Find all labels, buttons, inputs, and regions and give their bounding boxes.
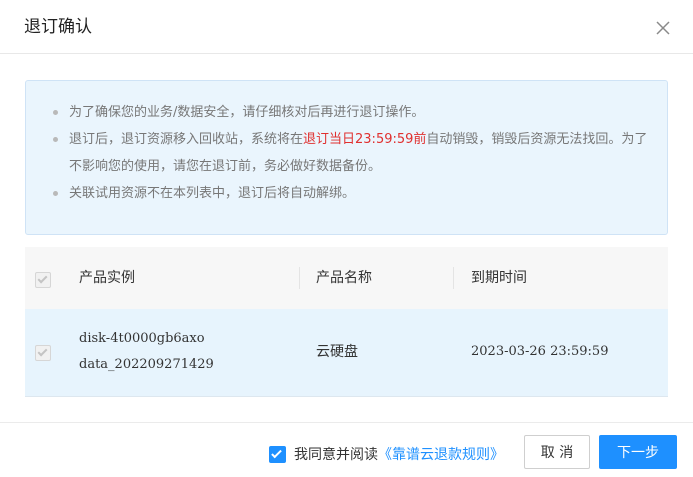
notice-box: 为了确保您的业务/数据安全，请仔细核对后再进行退订操作。 退订后，退订资源移入回… <box>25 80 668 235</box>
notice-item: 关联试用资源不在本列表中，退订后将自动解绑。 <box>53 180 649 207</box>
dialog-title: 退订确认 <box>24 17 92 37</box>
dialog-footer: 我同意并阅读 《靠谱云退款规则》 取 消 下一步 <box>0 422 693 477</box>
select-all-checkbox[interactable] <box>35 272 51 288</box>
checkbox-checked-icon <box>269 445 286 463</box>
notice-list: 为了确保您的业务/数据安全，请仔细核对后再进行退订操作。 退订后，退订资源移入回… <box>53 99 649 207</box>
product-name: 云硬盘 <box>316 344 358 360</box>
agree-checkbox[interactable]: 我同意并阅读 《靠谱云退款规则》 <box>269 445 504 463</box>
bullet-icon <box>53 110 58 115</box>
column-header-product-name: 产品名称 <box>316 270 372 286</box>
table-row[interactable]: disk-4t0000gb6axo data_202209271429 云硬盘 … <box>25 309 668 397</box>
row-checkbox[interactable] <box>35 345 51 361</box>
close-button[interactable] <box>652 17 674 39</box>
dialog-header: 退订确认 <box>0 0 693 54</box>
notice-text-before: 退订后，退订资源移入回收站，系统将在 <box>69 132 304 147</box>
notice-highlight: 退订当日23:59:59前 <box>303 132 427 147</box>
instance-id: disk-4t0000gb6axo <box>79 331 205 346</box>
check-icon <box>37 273 48 284</box>
notice-text: 为了确保您的业务/数据安全，请仔细核对后再进行退订操作。 <box>69 105 425 120</box>
refund-rules-link[interactable]: 《靠谱云退款规则》 <box>378 444 504 464</box>
column-divider <box>299 267 300 289</box>
expire-time: 2023-03-26 23:59:59 <box>471 344 609 359</box>
notice-item: 退订后，退订资源移入回收站，系统将在退订当日23:59:59前自动销毁，销毁后资… <box>53 126 649 180</box>
bullet-icon <box>53 191 58 196</box>
notice-text: 关联试用资源不在本列表中，退订后将自动解绑。 <box>69 186 356 201</box>
next-step-button[interactable]: 下一步 <box>599 435 677 469</box>
agree-label: 我同意并阅读 <box>294 447 378 463</box>
column-divider <box>453 267 454 289</box>
instance-name: data_202209271429 <box>79 357 214 372</box>
notice-item: 为了确保您的业务/数据安全，请仔细核对后再进行退订操作。 <box>53 99 649 126</box>
unsubscribe-dialog: 退订确认 为了确保您的业务/数据安全，请仔细核对后再进行退订操作。 退订后，退订… <box>0 0 693 477</box>
bullet-icon <box>53 137 58 142</box>
product-table: 产品实例 产品名称 到期时间 disk-4t0000gb6axo data_20… <box>25 247 668 397</box>
close-icon <box>656 21 670 35</box>
cancel-button[interactable]: 取 消 <box>524 435 590 469</box>
table-header: 产品实例 产品名称 到期时间 <box>25 247 668 309</box>
column-header-expire-time: 到期时间 <box>471 270 527 286</box>
check-icon <box>37 346 48 357</box>
column-header-instance: 产品实例 <box>79 270 135 286</box>
